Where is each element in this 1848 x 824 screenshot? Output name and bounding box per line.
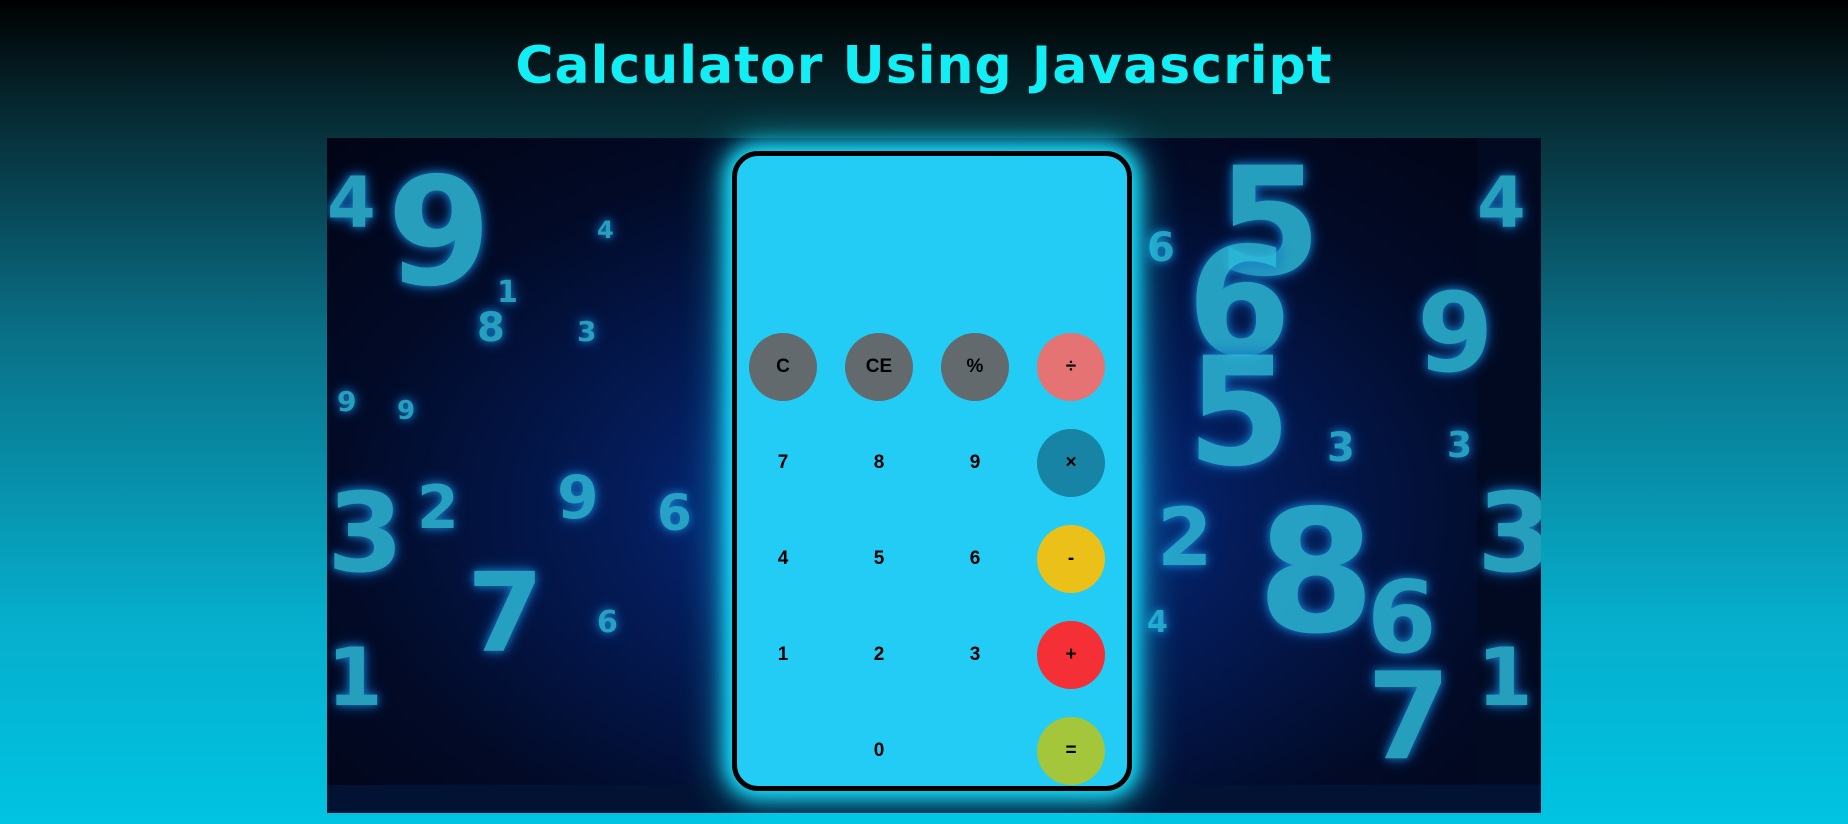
bg-digit: 6 <box>597 605 618 640</box>
subtract-button[interactable]: - <box>1037 525 1105 593</box>
calculator: C CE % ÷ 7 8 9 × 4 5 6 - 1 2 3 + 0 = <box>732 151 1132 791</box>
bg-digit: 3 <box>1477 469 1541 597</box>
bg-digit: 3 <box>1447 425 1473 466</box>
bg-digit: 9 <box>1417 269 1494 397</box>
bg-digit: 5 <box>1187 326 1292 500</box>
bg-digit: 9 <box>387 146 492 320</box>
digit-2-button[interactable]: 2 <box>845 621 913 689</box>
bg-digit: 9 <box>397 396 416 426</box>
clear-entry-button[interactable]: CE <box>845 333 913 401</box>
divide-button[interactable]: ÷ <box>1037 333 1105 401</box>
bg-digit: 4 <box>597 216 614 244</box>
bg-digit: 2 <box>417 473 459 543</box>
bg-digit: 8 <box>1257 474 1376 672</box>
page-title: Calculator Using Javascript <box>515 36 1333 96</box>
digit-0-button[interactable]: 0 <box>845 717 913 785</box>
bg-digit: 9 <box>557 463 599 533</box>
bg-digit: 1 <box>497 275 518 310</box>
bg-digit: 7 <box>1367 648 1451 787</box>
calculator-display <box>747 166 1117 316</box>
bg-digit: 8 <box>477 305 505 351</box>
bg-digit: 4 <box>1147 605 1168 640</box>
digit-6-button[interactable]: 6 <box>941 525 1009 593</box>
bg-digit: 4 <box>327 162 376 244</box>
digit-1-button[interactable]: 1 <box>749 621 817 689</box>
bg-digit: 3 <box>577 315 597 348</box>
bg-digit: 6 <box>657 484 692 542</box>
bg-digit: 1 <box>1477 631 1533 724</box>
bg-digit: 3 <box>327 469 404 597</box>
digit-9-button[interactable]: 9 <box>941 429 1009 497</box>
bg-digit: 1 <box>327 631 383 724</box>
bg-digit: 3 <box>1327 425 1355 471</box>
multiply-button[interactable]: × <box>1037 429 1105 497</box>
bg-digit: 7 <box>467 549 544 677</box>
digit-7-button[interactable]: 7 <box>749 429 817 497</box>
digit-3-button[interactable]: 3 <box>941 621 1009 689</box>
bg-digit: 9 <box>337 385 357 418</box>
digit-5-button[interactable]: 5 <box>845 525 913 593</box>
percent-button[interactable]: % <box>941 333 1009 401</box>
add-button[interactable]: + <box>1037 621 1105 689</box>
digit-4-button[interactable]: 4 <box>749 525 817 593</box>
bg-digit: 2 <box>1157 491 1213 584</box>
bg-digit: 6 <box>1147 225 1175 271</box>
clear-button[interactable]: C <box>749 333 817 401</box>
equals-button[interactable]: = <box>1037 717 1105 785</box>
bg-digit: 4 <box>1477 162 1526 244</box>
digit-8-button[interactable]: 8 <box>845 429 913 497</box>
